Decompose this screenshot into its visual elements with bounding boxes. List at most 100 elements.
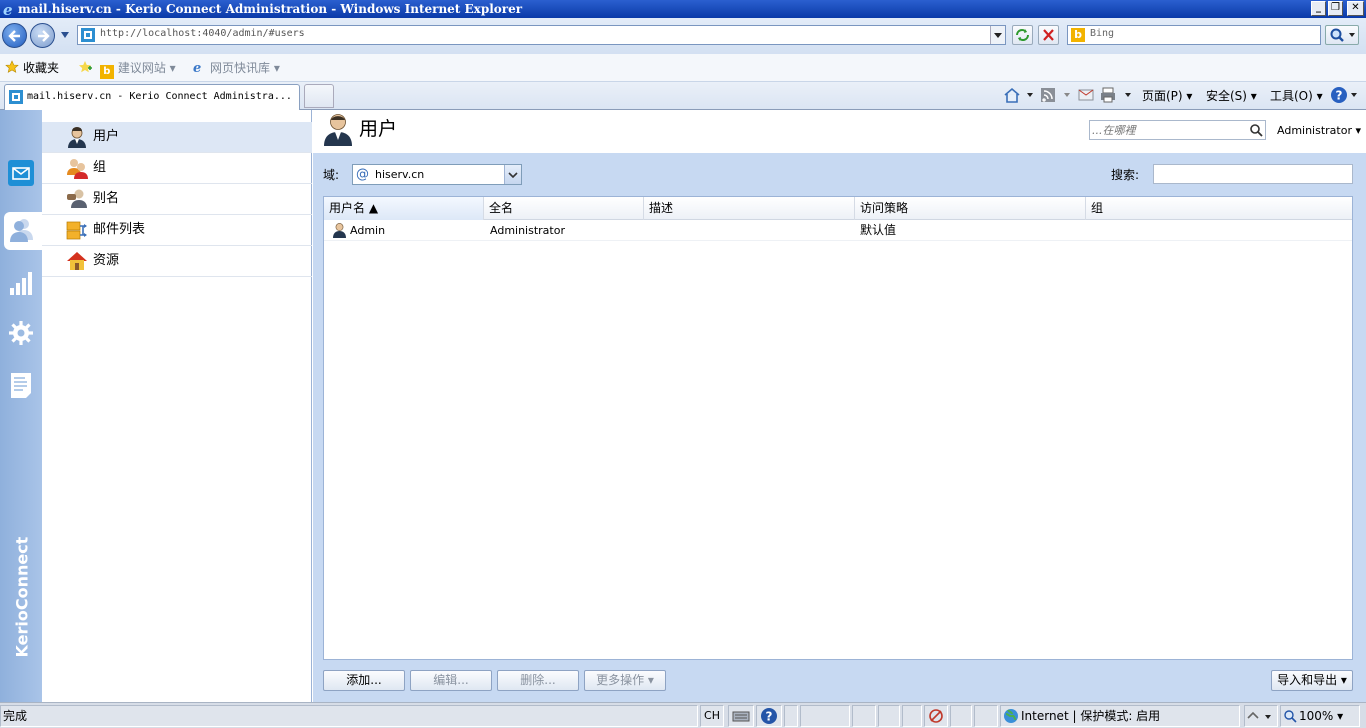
resource-house-icon	[67, 252, 87, 270]
feeds-icon[interactable]	[1040, 86, 1074, 104]
page-menu[interactable]: 页面(P) ▾	[1142, 86, 1192, 106]
sidebar-item-groups[interactable]: 组	[42, 153, 312, 184]
search-box[interactable]: b Bing	[1067, 25, 1321, 45]
sidebar-item-mailing-lists[interactable]: 邮件列表	[42, 215, 312, 246]
site-favicon-icon	[9, 90, 23, 104]
back-arrow-icon	[8, 30, 20, 42]
add-favorite-icon	[79, 61, 92, 73]
col-username[interactable]: 用户名 ▲	[324, 197, 484, 220]
section-rail: KerioConnect	[0, 110, 42, 702]
table-row[interactable]: Admin Administrator 默认值	[324, 220, 1352, 241]
status-bar: 完成 CH ? Internet | 保护模式: 启用 100% ▾	[0, 702, 1366, 728]
favorites-label: 收藏夹	[23, 61, 60, 75]
search-go-button[interactable]	[1325, 25, 1359, 45]
refresh-icon	[1016, 29, 1029, 41]
statistics-icon[interactable]	[8, 270, 34, 296]
zoom-control[interactable]: 100% ▾	[1280, 705, 1360, 727]
svg-text:e: e	[193, 61, 201, 74]
home-icon[interactable]	[1003, 86, 1035, 104]
favorites-star-icon	[5, 60, 19, 73]
fav-link-suggested-sites[interactable]: b 建议网站 ▾	[78, 58, 176, 79]
forward-button[interactable]	[30, 23, 55, 48]
page-title: 用户	[359, 118, 398, 140]
stop-button[interactable]	[1038, 25, 1059, 45]
address-dropdown[interactable]	[990, 26, 1005, 44]
user-search-input[interactable]	[1153, 164, 1353, 184]
sidebar-item-aliases[interactable]: 别名	[42, 184, 312, 215]
site-favicon-icon	[81, 28, 95, 42]
history-dropdown-icon[interactable]	[60, 31, 70, 39]
new-tab-button[interactable]	[304, 84, 334, 108]
edit-user-button[interactable]: 编辑...	[410, 670, 492, 691]
col-access-policy[interactable]: 访问策略	[855, 197, 1086, 220]
user-row-icon	[333, 223, 346, 238]
tab-title: mail.hiserv.cn - Kerio Connect Administr…	[27, 91, 292, 102]
favorites-button[interactable]: 收藏夹	[5, 58, 59, 78]
col-description[interactable]: 描述	[644, 197, 855, 220]
privacy-icon[interactable]	[924, 705, 948, 727]
col-fullname[interactable]: 全名	[484, 197, 644, 220]
status-cell	[950, 705, 972, 727]
favorites-bar: 收藏夹 b 建议网站 ▾ e 网页快讯库 ▾	[0, 54, 1366, 82]
status-cell	[974, 705, 998, 727]
browser-tab-active[interactable]: mail.hiserv.cn - Kerio Connect Administr…	[4, 84, 300, 110]
back-button[interactable]	[2, 23, 27, 48]
status-cell	[852, 705, 876, 727]
quick-search-input[interactable]	[1092, 122, 1242, 138]
url-text[interactable]: http://localhost:4040/admin/#users	[100, 28, 305, 39]
admin-user-menu[interactable]: Administrator ▾	[1277, 124, 1361, 137]
col-group[interactable]: 组	[1086, 197, 1352, 220]
quick-search[interactable]	[1089, 120, 1266, 140]
search-label: 搜索:	[1111, 168, 1140, 182]
help-icon[interactable]: ?	[1330, 86, 1360, 104]
chevron-down-icon	[994, 33, 1002, 38]
keyboard-glyph-icon	[732, 711, 750, 722]
domain-label: 域:	[323, 168, 340, 182]
close-window-button[interactable]: ✕	[1347, 1, 1364, 16]
keyboard-icon[interactable]	[728, 705, 754, 727]
zone-text: Internet | 保护模式: 启用	[1021, 709, 1161, 723]
cell-access-policy: 默认值	[860, 223, 897, 237]
refresh-button[interactable]	[1012, 25, 1033, 45]
read-mail-icon[interactable]	[1078, 87, 1094, 103]
mail-icon[interactable]	[8, 160, 34, 186]
sidebar-item-resources[interactable]: 资源	[42, 246, 312, 277]
maximize-button[interactable]: ❐	[1328, 1, 1343, 16]
svg-text:?: ?	[766, 710, 773, 724]
protected-mode-icon	[1247, 711, 1271, 719]
print-icon[interactable]	[1100, 86, 1136, 104]
domain-select[interactable]: @ hiserv.cn	[352, 164, 522, 185]
logs-icon[interactable]	[8, 372, 34, 398]
users-icon[interactable]	[8, 216, 34, 242]
svg-text:?: ?	[1336, 89, 1343, 103]
more-actions-button[interactable]: 更多操作 ▾	[584, 670, 666, 691]
fav-link-web-slice-gallery[interactable]: e 网页快讯库 ▾	[192, 58, 280, 78]
zoom-text: 100% ▾	[1299, 709, 1344, 723]
users-panel: 用户 Administrator ▾ 域: @ hiserv.cn 搜索: 用户…	[313, 110, 1366, 702]
settings-gear-icon[interactable]	[8, 320, 34, 346]
sidebar-item-label: 别名	[93, 191, 120, 206]
tools-menu[interactable]: 工具(O) ▾	[1270, 86, 1323, 106]
security-zone[interactable]: Internet | 保护模式: 启用	[1000, 705, 1240, 727]
domain-dropdown[interactable]	[504, 165, 521, 184]
minimize-button[interactable]: _	[1311, 1, 1326, 16]
address-bar[interactable]: http://localhost:4040/admin/#users	[77, 25, 1006, 45]
alias-icon	[67, 189, 87, 208]
kerio-connect-brand: KerioConnect	[8, 537, 34, 660]
popup-blocker[interactable]	[1244, 705, 1278, 727]
ime-help-icon[interactable]: ?	[756, 705, 782, 727]
cell-username: Admin	[350, 224, 386, 237]
safety-menu[interactable]: 安全(S) ▾	[1206, 86, 1257, 106]
search-provider-placeholder: Bing	[1090, 28, 1115, 39]
ime-more-icon[interactable]	[784, 705, 798, 727]
search-icon[interactable]	[1249, 123, 1263, 137]
add-user-button[interactable]: 添加...	[323, 670, 405, 691]
import-export-button[interactable]: 导入和导出 ▾	[1271, 670, 1353, 691]
table-header: 用户名 ▲ 全名 描述 访问策略 组	[324, 197, 1352, 220]
ime-indicator[interactable]: CH	[700, 705, 724, 727]
delete-user-button[interactable]: 删除...	[497, 670, 579, 691]
user-icon	[68, 127, 86, 148]
ie-page-icon: e	[193, 61, 201, 74]
help-circle-icon: ?	[761, 708, 777, 724]
sidebar-item-users[interactable]: 用户	[42, 122, 312, 153]
